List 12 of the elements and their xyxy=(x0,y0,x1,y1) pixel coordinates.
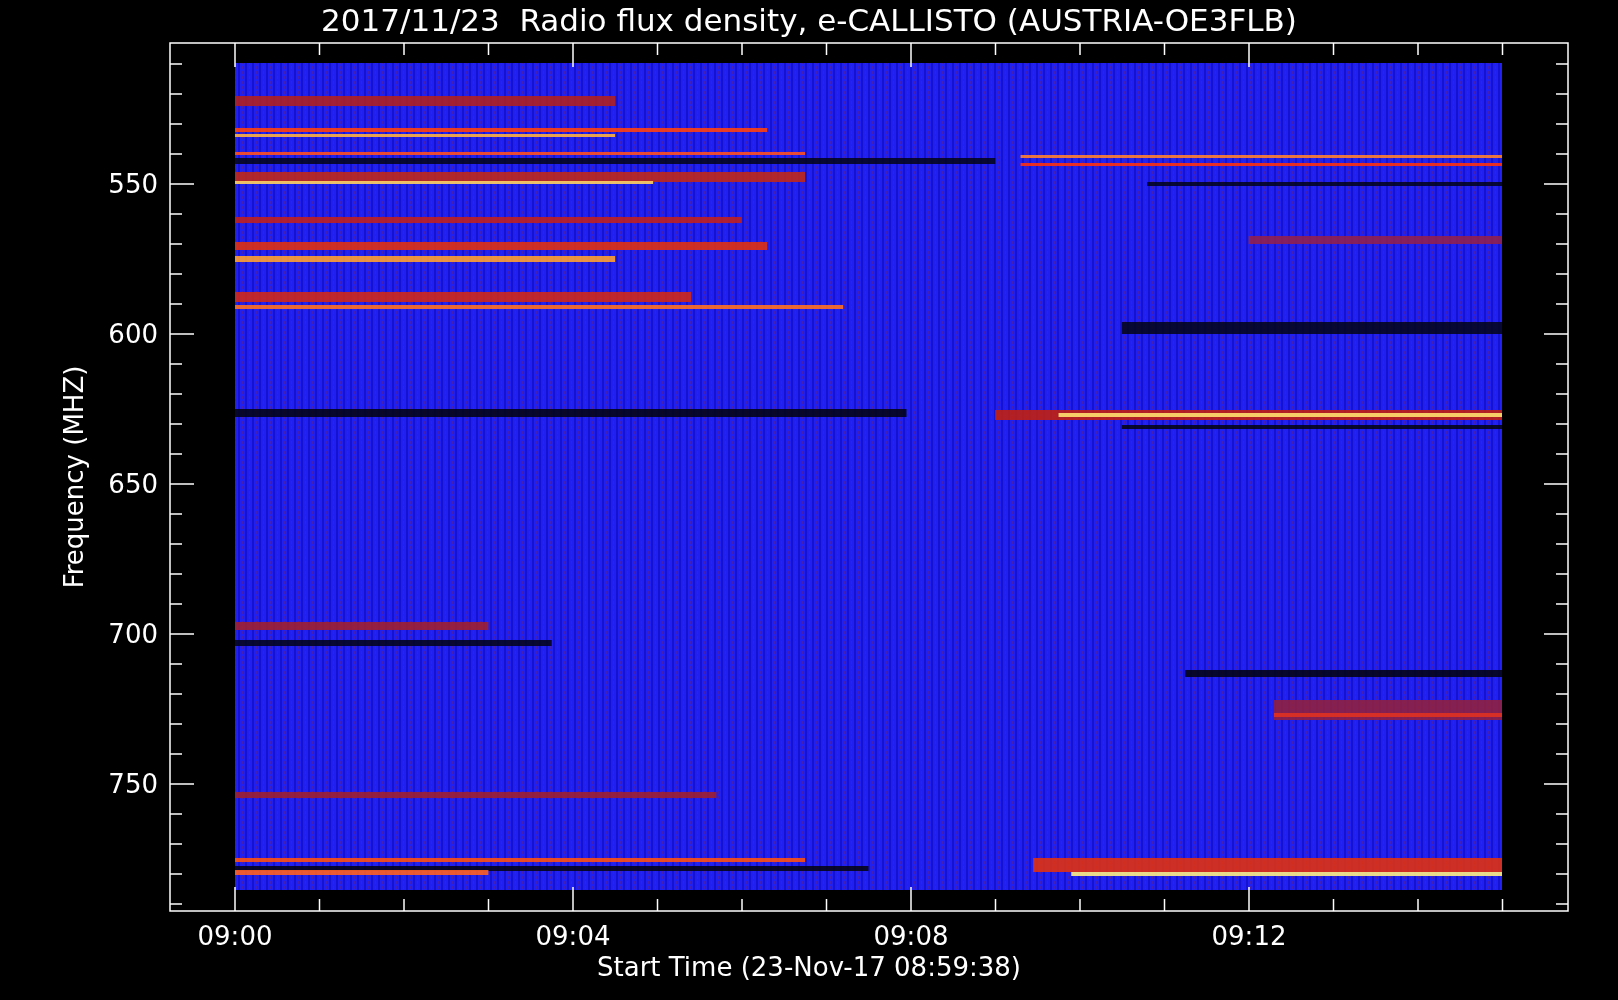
chart-title: 2017/11/23 Radio flux density, e-CALLISTO (AUSTRIA-OE3FLB) xyxy=(321,2,1297,38)
tick-label: 550 xyxy=(108,169,158,199)
tick-label: 600 xyxy=(108,319,158,349)
tick-label: 750 xyxy=(108,769,158,799)
tick-label: 09:08 xyxy=(873,921,949,951)
tick-label: 09:12 xyxy=(1211,921,1287,951)
axis-title: Frequency (MHZ) xyxy=(59,365,89,589)
axis-title: Start Time (23-Nov-17 08:59:38) xyxy=(597,952,1021,982)
tick-label: 09:04 xyxy=(535,921,611,951)
tick-label: 650 xyxy=(108,469,158,499)
tick-label: 09:00 xyxy=(197,921,273,951)
tick-label: 700 xyxy=(108,619,158,649)
